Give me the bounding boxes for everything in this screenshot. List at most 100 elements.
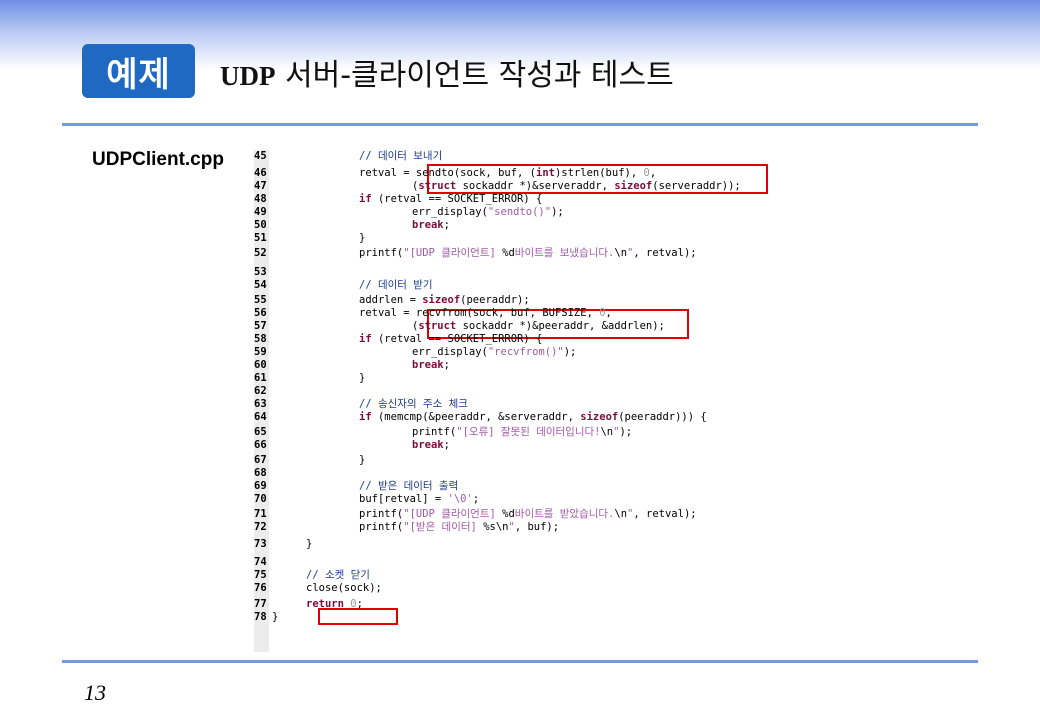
code-line: 49 err_display("sendto()"); [254,206,784,219]
line-number: 60 [254,359,267,371]
code-token: close(sock); [306,582,382,594]
code-line: 69 // 받은 데이터 출력 [254,480,784,493]
code-text: break; [412,219,450,232]
code-token: \n [614,247,628,259]
code-token: // 송신자의 주소 체크 [359,398,468,410]
page-number: 13 [84,680,106,705]
code-line: 62 [254,385,784,398]
code-line: 60 break; [254,359,784,372]
line-number: 77 [254,598,267,610]
code-token: err_display( [412,206,488,218]
code-line: 52 printf("[UDP 클라이언트] %d바이트를 보냈습니다.\n", … [254,247,784,260]
line-number: 49 [254,206,267,218]
line-number: 53 [254,266,267,278]
line-number: 46 [254,167,267,179]
line-number: 56 [254,307,267,319]
code-text: if (memcmp(&peeraddr, &serveraddr, sizeo… [359,411,707,424]
line-number: 71 [254,508,267,520]
code-token: (retval == SOCKET_ERROR) { [371,333,543,345]
line-number: 61 [254,372,267,384]
code-line: 64 if (memcmp(&peeraddr, &serveraddr, siz… [254,411,784,424]
line-number: 48 [254,193,267,205]
code-token: )strlen(buf), [554,167,644,179]
code-token: , [649,167,657,179]
code-token: , retval); [633,247,697,259]
code-line: 46 retval = sendto(sock, buf, (int)strlen… [254,167,784,180]
code-token: ; [472,493,480,505]
code-token: } [359,372,366,384]
slide-title: UDP 서버-클라이언트 작성과 테스트 [220,50,674,93]
code-token: retval = sendto(sock, buf, ( [359,167,537,179]
line-number: 59 [254,346,267,358]
code-text: err_display("recvfrom()"); [412,346,576,359]
code-token: "[받은 데이터] [403,521,484,533]
code-token: "recvfrom()" [487,346,564,358]
code-text: } [272,611,278,624]
code-token: if [359,411,372,423]
code-text: addrlen = sizeof(peeraddr); [359,294,530,307]
code-token: } [272,611,279,623]
code-token: sizeof [422,294,461,306]
code-line: 77 return 0; [254,598,784,611]
code-token: sizeof [580,411,619,423]
code-line: 48 if (retval == SOCKET_ERROR) { [254,193,784,206]
code-token: (peeraddr); [460,294,530,306]
code-token: %d [502,247,515,259]
code-token: "[오류] 잘못된 데이터입니다! [456,426,601,438]
code-token: return [306,598,344,610]
code-token: printf( [412,426,457,438]
slide-title-rest: 서버-클라이언트 작성과 테스트 [275,58,674,93]
code-token: sockaddr *)&serveraddr, [456,180,615,192]
code-text: buf[retval] = '\0'; [359,493,479,506]
bottom-divider [62,660,978,663]
code-token: // 데이터 받기 [359,279,433,291]
code-token: // 소켓 닫기 [306,569,370,581]
line-number: 70 [254,493,267,505]
code-token: retval = recvfrom(sock, buf, BUFSIZE, [359,307,600,319]
code-token: break [412,439,444,451]
code-token: ; [443,219,450,231]
code-token: , buf); [514,521,560,533]
code-token: printf( [359,508,404,520]
code-line: 63 // 송신자의 주소 체크 [254,398,784,411]
code-text: } [359,232,365,245]
code-token: (serveraddr)); [652,180,741,192]
code-token: "[UDP 클라이언트] [403,247,503,259]
code-token: if [359,193,372,205]
code-text: // 송신자의 주소 체크 [359,398,468,411]
code-text: break; [412,359,450,372]
code-text: // 받은 데이터 출력 [359,480,458,493]
code-line: 67} [254,454,784,467]
example-badge: 예제 [82,44,195,98]
line-number: 78 [254,611,267,623]
code-token: printf( [359,247,404,259]
code-line: 74 [254,556,784,569]
code-token: } [359,232,366,244]
code-text: (struct sockaddr *)&serveraddr, sizeof(s… [412,180,741,193]
code-line: 45 // 데이터 보내기 [254,150,784,163]
code-token: buf[retval] = [359,493,448,505]
code-token: \n [600,426,614,438]
code-token: struct [418,180,457,192]
code-line: 55 addrlen = sizeof(peeraddr); [254,294,784,307]
line-number: 45 [254,150,267,162]
code-line: 61} [254,372,784,385]
line-number: 72 [254,521,267,533]
code-text: printf("[오류] 잘못된 데이터입니다!\n"); [412,426,632,439]
line-number: 64 [254,411,267,423]
line-number: 50 [254,219,267,231]
code-text: retval = recvfrom(sock, buf, BUFSIZE, 0, [359,307,612,320]
line-number: 52 [254,247,267,259]
line-number: 68 [254,467,267,479]
code-token: struct [418,320,457,332]
slide-title-lead: UDP [220,61,276,91]
line-number: 74 [254,556,267,568]
code-text: err_display("sendto()"); [412,206,564,219]
line-number: 66 [254,439,267,451]
code-token: "sendto()" [487,206,552,218]
code-token: , [605,307,612,319]
code-token: err_display( [412,346,488,358]
code-token: sizeof [614,180,653,192]
code-line: 53 [254,266,784,279]
code-line: 58 if (retval == SOCKET_ERROR) { [254,333,784,346]
